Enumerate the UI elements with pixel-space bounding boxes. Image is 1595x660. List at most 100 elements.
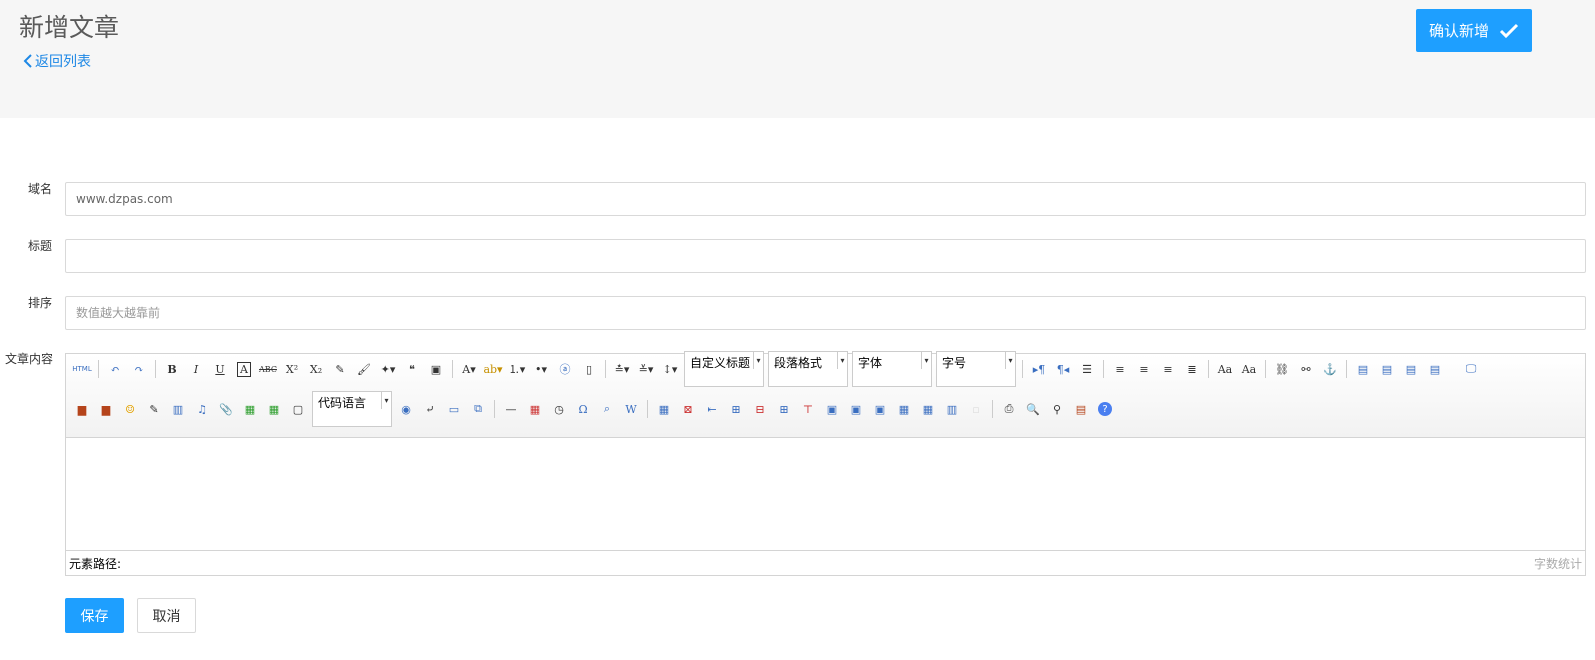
simple-upload-icon[interactable]: ▆	[71, 398, 93, 420]
insert-video-icon[interactable]: ▥	[167, 398, 189, 420]
anchor-icon[interactable]: ⚓	[1319, 358, 1341, 380]
align-right-icon[interactable]: ≡	[1157, 358, 1179, 380]
align-justify-icon[interactable]: ≣	[1181, 358, 1203, 380]
select-all-icon[interactable]: ⓐ	[554, 358, 576, 380]
search-replace-icon[interactable]: ⌕	[596, 398, 618, 420]
paste-plain-icon[interactable]: ▣	[425, 358, 447, 380]
domain-input[interactable]	[65, 182, 1586, 216]
page-break-icon[interactable]: ⤶	[419, 398, 441, 420]
gmap-icon[interactable]: ▦	[263, 398, 285, 420]
preview-icon[interactable]: 🔍	[1022, 398, 1044, 420]
insert-frame-icon[interactable]: ▢	[287, 398, 309, 420]
dropdown-arrow-icon: ▾	[753, 352, 763, 369]
link-icon[interactable]: ⛓	[1271, 358, 1293, 380]
image-left-icon[interactable]: ▤	[1376, 358, 1398, 380]
merge-down-icon[interactable]: ▣	[869, 398, 891, 420]
redo-icon[interactable]: ↷	[128, 358, 150, 380]
music-icon[interactable]: ♫	[191, 398, 213, 420]
merge-right-icon[interactable]: ▣	[845, 398, 867, 420]
unlink-icon[interactable]: ⚯	[1295, 358, 1317, 380]
underline-icon[interactable]: U	[209, 358, 231, 380]
web-page-icon[interactable]: ◉	[395, 398, 417, 420]
search-icon[interactable]: ⚲	[1046, 398, 1068, 420]
italic-icon[interactable]: I	[185, 358, 207, 380]
align-center-icon[interactable]: ≡	[1133, 358, 1155, 380]
word-image-icon[interactable]: W	[620, 398, 642, 420]
custom-heading-select[interactable]: 自定义标题 ▾	[684, 351, 764, 387]
confirm-add-button[interactable]: 确认新增	[1416, 9, 1532, 52]
blockquote-icon[interactable]: ❝	[401, 358, 423, 380]
paragraph-format-label: 段落格式	[774, 356, 823, 370]
font-color-icon[interactable]: A▾	[458, 358, 480, 380]
to-uppercase-icon[interactable]: Aa	[1214, 358, 1236, 380]
merge-cells-icon[interactable]: ▣	[821, 398, 843, 420]
image-none-icon[interactable]: ▤	[1352, 358, 1374, 380]
insert-table-icon[interactable]: ▦	[653, 398, 675, 420]
charts-icon[interactable]: ▫	[965, 398, 987, 420]
undo-icon[interactable]: ↶	[104, 358, 126, 380]
order-input[interactable]	[65, 296, 1586, 330]
html-source-icon[interactable]: HTML	[71, 358, 93, 380]
unordered-list-icon[interactable]: •▾	[530, 358, 552, 380]
font-border-icon[interactable]: A	[233, 358, 255, 380]
strikethrough-icon[interactable]: ABC	[257, 358, 279, 380]
bold-icon[interactable]: B	[161, 358, 183, 380]
date-icon[interactable]: ▦	[524, 398, 546, 420]
page-header: 新增文章 返回列表 确认新增	[0, 0, 1595, 118]
clear-doc-icon[interactable]: ▯	[578, 358, 600, 380]
time-icon[interactable]: ◷	[548, 398, 570, 420]
horizontal-rule-icon[interactable]: —	[500, 398, 522, 420]
align-left-icon[interactable]: ≡	[1109, 358, 1131, 380]
insert-image-icon[interactable]: ▆	[95, 398, 117, 420]
back-link-label: 返回列表	[35, 54, 91, 70]
title-input[interactable]	[65, 239, 1586, 273]
to-lowercase-icon[interactable]: Aa	[1238, 358, 1260, 380]
save-button[interactable]: 保存	[65, 598, 124, 633]
help-icon[interactable]: ?	[1094, 398, 1116, 420]
emotion-icon[interactable]: ☺	[119, 398, 141, 420]
background-icon[interactable]: ▭	[443, 398, 465, 420]
superscript-icon[interactable]: X²	[281, 358, 303, 380]
row-spacing-bottom-icon[interactable]: ≚▾	[635, 358, 657, 380]
print-icon[interactable]: ⎙	[998, 398, 1020, 420]
fullscreen-icon[interactable]: 🖵	[1460, 358, 1482, 380]
rtl-icon[interactable]: ¶◂	[1052, 358, 1074, 380]
format-brush-icon[interactable]: 🖌	[353, 358, 375, 380]
delete-row-icon[interactable]: ⊟	[749, 398, 771, 420]
row-spacing-top-icon[interactable]: ≛▾	[611, 358, 633, 380]
split-cols-icon[interactable]: ▥	[941, 398, 963, 420]
eraser-icon[interactable]: ✎	[329, 358, 351, 380]
line-height-icon[interactable]: ↕▾	[659, 358, 681, 380]
special-char-icon[interactable]: Ω	[572, 398, 594, 420]
subscript-icon[interactable]: X₂	[305, 358, 327, 380]
attachment-icon[interactable]: 📎	[215, 398, 237, 420]
font-family-select[interactable]: 字体 ▾	[852, 351, 932, 387]
map-icon[interactable]: ▦	[239, 398, 261, 420]
insert-col-icon[interactable]: ⊞	[773, 398, 795, 420]
toolbar-row-2: ▆ ▆ ☺ ✎ ▥ ♫ 📎 ▦ ▦ ▢ 代码语言 ▾ ◉ ⤶ ▭ ⧉ — ▦ ◷…	[70, 391, 1117, 427]
content-label: 文章内容	[5, 352, 54, 366]
split-rows-icon[interactable]: ▦	[917, 398, 939, 420]
insert-paragraph-before-table-icon[interactable]: ⇤	[701, 398, 723, 420]
template-icon[interactable]: ⧉	[467, 398, 489, 420]
indent-icon[interactable]: ☰	[1076, 358, 1098, 380]
back-to-list-link[interactable]: 返回列表	[22, 51, 91, 71]
ltr-icon[interactable]: ▸¶	[1028, 358, 1050, 380]
insert-row-icon[interactable]: ⊞	[725, 398, 747, 420]
scrawl-icon[interactable]: ✎	[143, 398, 165, 420]
split-cells-icon[interactable]: ▦	[893, 398, 915, 420]
drafts-icon[interactable]: ▤	[1070, 398, 1092, 420]
image-right-icon[interactable]: ▤	[1400, 358, 1422, 380]
ordered-list-icon[interactable]: ⒈▾	[506, 358, 528, 380]
custom-heading-label: 自定义标题	[690, 356, 751, 370]
image-center-icon[interactable]: ▤	[1424, 358, 1446, 380]
paragraph-format-select[interactable]: 段落格式 ▾	[768, 351, 848, 387]
delete-table-icon[interactable]: ⊠	[677, 398, 699, 420]
cancel-button[interactable]: 取消	[137, 598, 196, 633]
background-color-icon[interactable]: ab▾	[482, 358, 504, 380]
code-language-select[interactable]: 代码语言 ▾	[312, 391, 392, 427]
editor-content-area[interactable]	[66, 438, 1585, 551]
font-size-select[interactable]: 字号 ▾	[936, 351, 1016, 387]
auto-typeset-icon[interactable]: ✦▾	[377, 358, 399, 380]
delete-col-icon[interactable]: ⊤	[797, 398, 819, 420]
